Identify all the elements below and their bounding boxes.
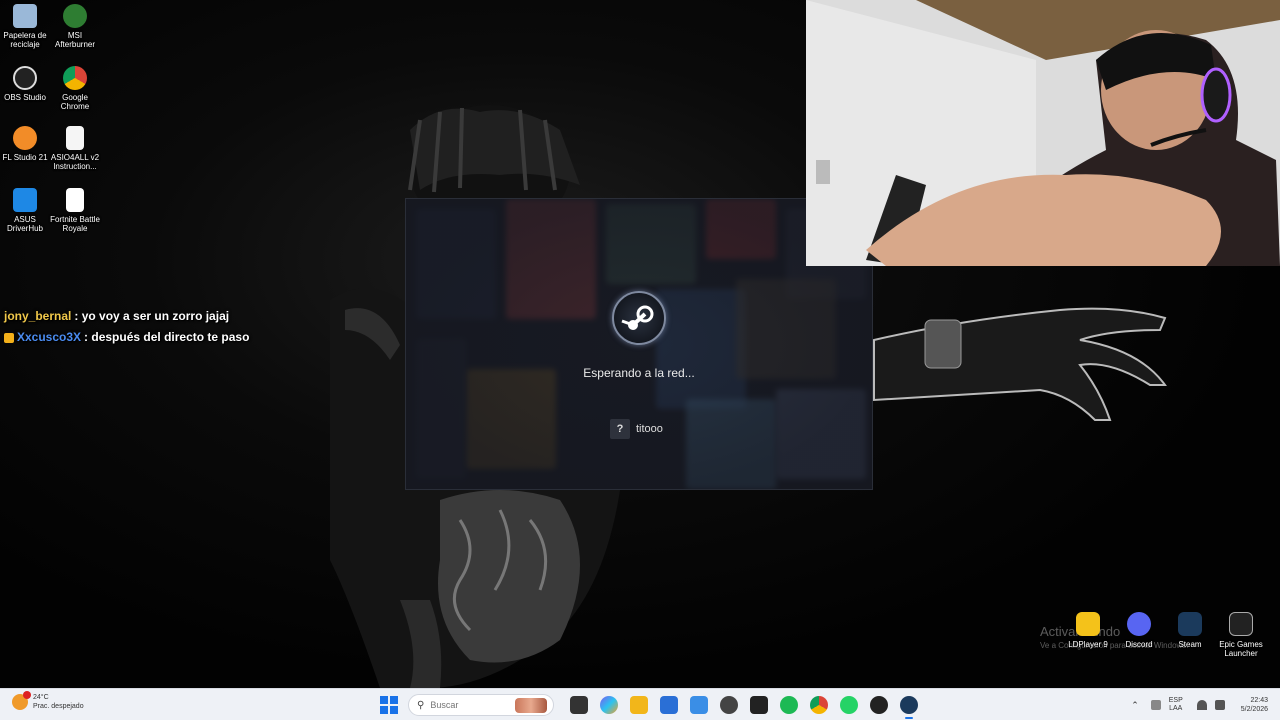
tray-app-icon[interactable]: [1150, 700, 1161, 710]
whatsapp-icon[interactable]: [840, 696, 858, 714]
discord-icon: [1127, 612, 1151, 636]
desktop-icon-google-chrome[interactable]: Google Chrome: [50, 64, 100, 111]
steam-status-text: Esperando a la red...: [583, 366, 695, 380]
photos-icon[interactable]: [690, 696, 708, 714]
desktop-icon-discord[interactable]: Discord: [1113, 612, 1165, 649]
app-dark-icon[interactable]: [720, 696, 738, 714]
taskbar-search[interactable]: ⚲: [408, 694, 554, 716]
chrome-icon: [63, 66, 87, 90]
fl-studio-icon: [13, 126, 37, 150]
ldplayer-icon: [1076, 612, 1100, 636]
document-icon: [66, 188, 84, 212]
search-highlight-image: [515, 698, 547, 713]
language-indicator[interactable]: ESP LAA: [1169, 697, 1183, 713]
desktop-icon-asus-driverhub[interactable]: ASUS DriverHub: [0, 186, 50, 233]
steam-login-window[interactable]: Esperando a la red... ? titooo: [405, 198, 873, 490]
obs-icon[interactable]: [870, 696, 888, 714]
pdf-document-icon: [66, 126, 84, 150]
chat-text: : yo voy a ser un zorro jajaj: [74, 309, 230, 323]
desktop-icon-steam[interactable]: Steam: [1164, 612, 1216, 649]
desktop-icon-fl-studio[interactable]: FL Studio 21: [0, 124, 50, 162]
microsoft-store-icon[interactable]: [660, 696, 678, 714]
clock-time: 22:43: [1250, 697, 1268, 704]
weather-widget[interactable]: 24°C Prac. despejado: [12, 691, 84, 711]
weather-temperature: 24°C: [33, 694, 49, 701]
chat-username: Xxcusco3X: [17, 330, 82, 344]
desktop-icon-label: Google Chrome: [60, 93, 90, 111]
copilot-icon[interactable]: [600, 696, 618, 714]
webcam-scene-image: [806, 0, 1280, 266]
desktop-icon-label: Epic Games Launcher: [1219, 640, 1263, 658]
desktop-icon-label: Fortnite Battle Royale: [50, 215, 100, 233]
system-tray: ⌃ ESP LAA 22:43 5/2/2026: [1131, 693, 1268, 717]
clock[interactable]: 22:43 5/2/2026: [1241, 696, 1268, 714]
obs-icon: [13, 66, 37, 90]
search-icon: ⚲: [417, 699, 425, 711]
desktop-icon-label: ASUS DriverHub: [6, 215, 43, 233]
chat-text: : después del directo te paso: [84, 330, 250, 344]
desktop-icon-label: FL Studio 21: [2, 153, 48, 162]
steam-account-row[interactable]: ? titooo: [610, 419, 663, 439]
desktop-icon-label: OBS Studio: [4, 93, 46, 102]
subscriber-badge-icon: [4, 332, 14, 343]
spotify-icon[interactable]: [780, 696, 798, 714]
desktop-icon-label: Steam: [1178, 640, 1202, 649]
taskbar: 24°C Prac. despejado ⚲ ⌃ ESP LAA: [0, 688, 1280, 720]
chat-message: Xxcusco3X : después del directo te paso: [4, 327, 249, 348]
help-icon[interactable]: ?: [610, 419, 630, 439]
show-hidden-icons-chevron-icon[interactable]: ⌃: [1131, 700, 1139, 711]
epic-games-icon: [1229, 612, 1253, 636]
notification-badge: [23, 691, 31, 699]
desktop-icon-label: Papelera de reciclaje: [3, 31, 47, 49]
webcam-feed: [806, 0, 1280, 266]
desktop-icon-fortnite[interactable]: Fortnite Battle Royale: [50, 186, 100, 233]
weather-sun-icon: [12, 691, 31, 710]
steam-logo-icon: [612, 291, 666, 345]
desktop-icon-ldplayer[interactable]: LDPlayer 9: [1062, 612, 1114, 649]
file-explorer-icon[interactable]: [630, 696, 648, 714]
task-view-icon[interactable]: [570, 696, 588, 714]
recycle-bin-icon: [13, 4, 37, 28]
epic-games-icon[interactable]: [750, 696, 768, 714]
volume-icon[interactable]: [1214, 700, 1225, 710]
keyboard-layout: LAA: [1169, 705, 1183, 712]
desktop-icon-epic-games[interactable]: Epic Games Launcher: [1215, 612, 1267, 658]
desktop-icon-label: LDPlayer 9: [1068, 640, 1108, 649]
chat-message: jony_bernal : yo voy a ser un zorro jaja…: [4, 306, 249, 327]
steam-icon: [1178, 612, 1202, 636]
chat-username: jony_bernal: [4, 309, 72, 323]
weather-description: Prac. despejado: [33, 703, 84, 710]
steam-icon[interactable]: [900, 696, 918, 719]
language-code: ESP: [1168, 697, 1183, 704]
desktop-icon-label: ASIO4ALL v2 Instruction...: [50, 153, 100, 171]
asus-driverhub-icon: [13, 188, 37, 212]
desktop-icon-msi-afterburner[interactable]: MSI Afterburner: [50, 2, 100, 49]
start-button[interactable]: [380, 696, 398, 714]
stream-chat-overlay: jony_bernal : yo voy a ser un zorro jaja…: [4, 306, 249, 348]
msi-afterburner-icon: [63, 4, 87, 28]
steam-account-name: titooo: [636, 423, 663, 435]
chrome-icon[interactable]: [810, 696, 828, 714]
desktop-icon-label: MSI Afterburner: [54, 31, 96, 49]
desktop-icon-recycle-bin[interactable]: Papelera de reciclaje: [0, 2, 50, 49]
search-input[interactable]: [430, 700, 511, 710]
wifi-icon[interactable]: [1196, 700, 1207, 710]
desktop-icon-asio4all[interactable]: ASIO4ALL v2 Instruction...: [50, 124, 100, 171]
taskbar-center: ⚲: [380, 693, 924, 719]
desktop-icon-label: Discord: [1125, 640, 1153, 649]
clock-date: 5/2/2026: [1240, 706, 1268, 713]
desktop-icon-obs-studio[interactable]: OBS Studio: [0, 64, 50, 102]
